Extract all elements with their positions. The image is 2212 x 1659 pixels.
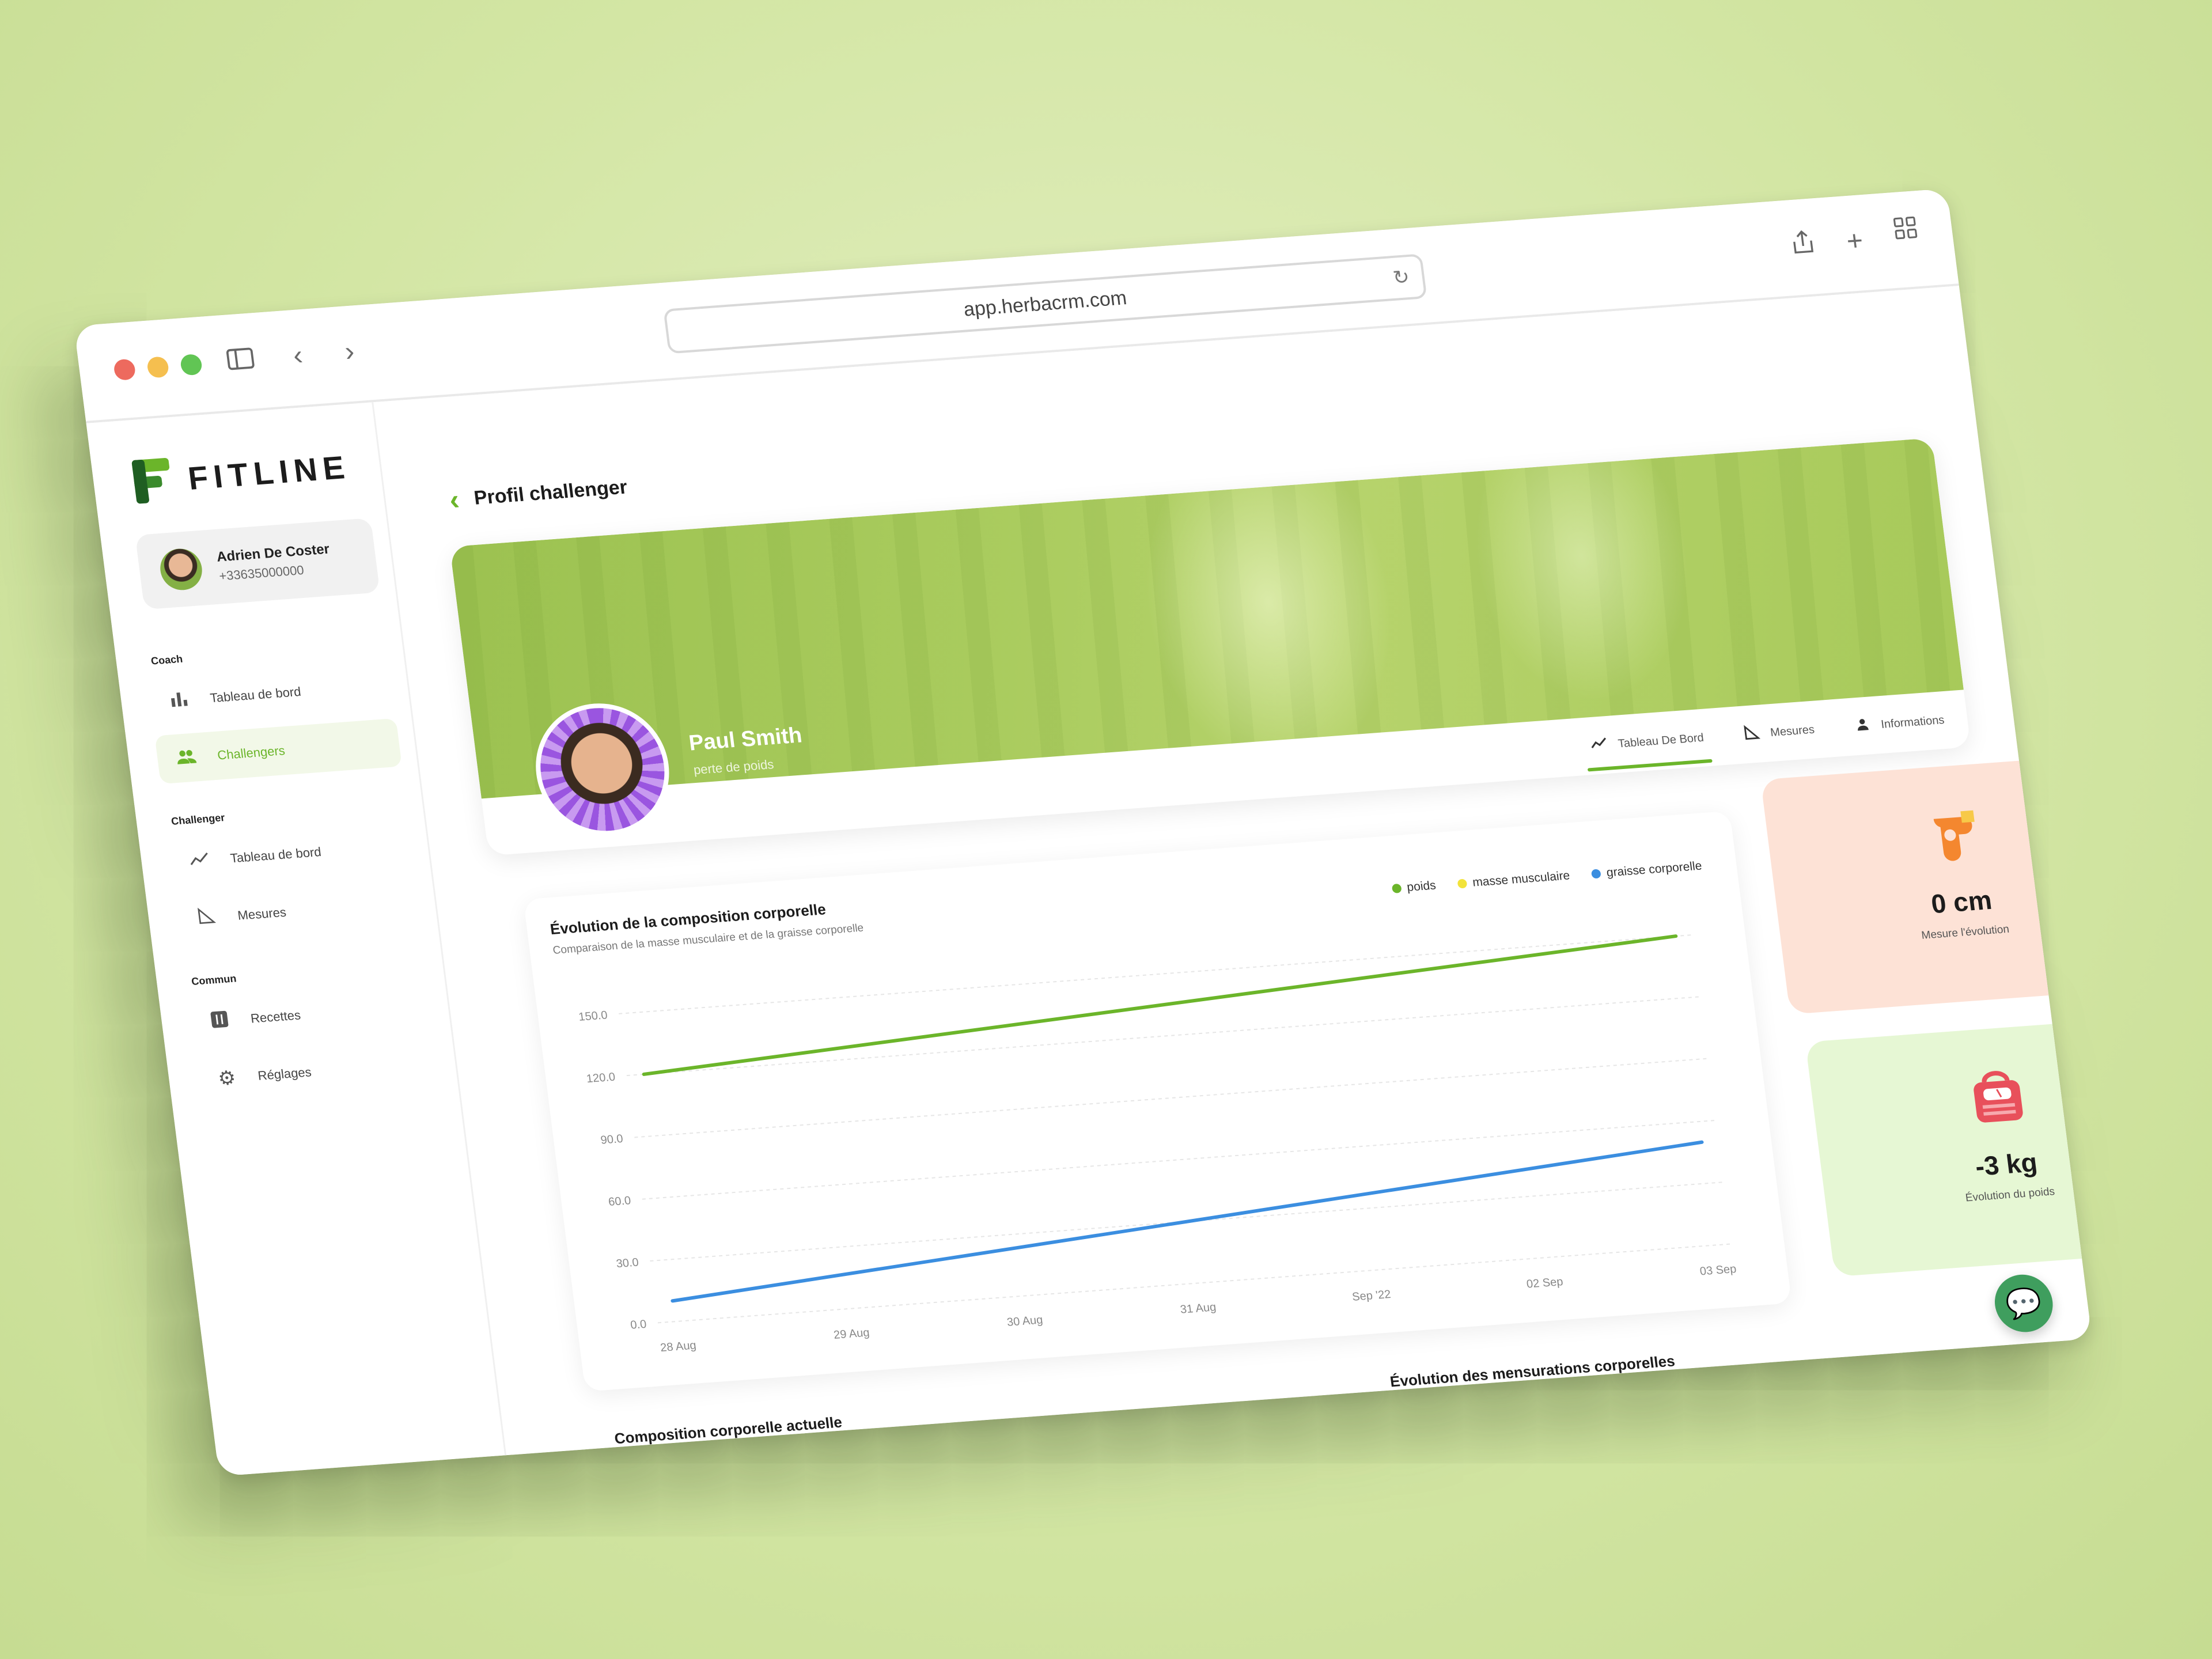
chevron-left-icon: ‹ — [447, 483, 461, 516]
sidebar-item-label: Réglages — [257, 1065, 312, 1083]
y-tick-label: 150.0 — [578, 1009, 608, 1024]
sidebar-item-label: Challengers — [216, 743, 286, 763]
users-icon — [173, 745, 199, 770]
sidebar-item-recettes[interactable]: Recettes — [188, 982, 435, 1047]
legend-dot — [1457, 878, 1468, 889]
x-tick-label: 02 Sep — [1526, 1275, 1564, 1290]
gridline — [619, 934, 1694, 1014]
sidebar-item-mesures[interactable]: Mesures — [175, 878, 422, 944]
nav-section-challenger: Challenger — [171, 812, 226, 827]
share-icon[interactable] — [1784, 227, 1823, 264]
address-bar-url: app.herbacrm.com — [962, 287, 1128, 321]
sidebar-item-label: Tableau de bord — [229, 844, 322, 866]
legend-item-masse-musculaire[interactable]: masse musculaire — [1457, 869, 1571, 891]
series-line-poids — [642, 934, 1678, 1076]
scale-icon — [1965, 1067, 2030, 1128]
window-controls — [113, 353, 203, 381]
sidebar-item-challenger-dashboard[interactable]: Tableau de bord — [168, 821, 415, 887]
measuring-tape-icon — [1921, 804, 1985, 866]
measure-evolution-card[interactable]: 0 cm Mesure l'évolution — [1760, 752, 2092, 1014]
measure-value: 0 cm — [1929, 884, 1994, 919]
ruler-triangle-icon — [194, 906, 219, 930]
person-icon — [1853, 715, 1872, 737]
chat-bubble-icon: 💬 — [2003, 1286, 2044, 1321]
sidebar-item-label: Tableau de bord — [209, 684, 302, 706]
gear-icon: ⚙ — [217, 1066, 237, 1090]
tab-label: Mesures — [1769, 723, 1816, 739]
sidebar-item-reglages[interactable]: ⚙ Réglages — [195, 1039, 442, 1104]
utensils-icon — [207, 1009, 233, 1033]
reload-icon[interactable]: ↻ — [1391, 257, 1412, 298]
x-tick-label: 31 Aug — [1180, 1301, 1217, 1316]
composition-chart-card: Évolution de la composition corporelle C… — [523, 810, 1792, 1392]
tab-label: Informations — [1880, 713, 1945, 731]
gridline — [642, 1119, 1717, 1200]
legend-dot — [1391, 883, 1402, 893]
legend-dot — [1591, 869, 1602, 879]
profile-header: Paul Smith perte de poids Tableau De Bor… — [449, 438, 1971, 856]
tab-tableau-de-bord[interactable]: Tableau De Bord — [1587, 709, 1707, 775]
y-tick-label: 0.0 — [630, 1318, 647, 1332]
gridline — [634, 1058, 1709, 1138]
y-tick-label: 60.0 — [608, 1194, 632, 1209]
gridline — [626, 996, 1701, 1077]
y-tick-label: 30.0 — [615, 1256, 639, 1271]
tab-label: Tableau De Bord — [1617, 731, 1705, 750]
close-window-button[interactable] — [113, 358, 137, 381]
x-tick-label: 28 Aug — [660, 1339, 697, 1354]
scene: ‹ › app.herbacrm.com ↻ + FITLINE Adrien … — [0, 0, 2212, 1659]
tab-mesures[interactable]: Mesures — [1740, 701, 1818, 763]
x-tick-label: 29 Aug — [833, 1327, 870, 1342]
x-tick-label: 03 Sep — [1699, 1263, 1737, 1278]
weight-value: -3 kg — [1973, 1147, 2039, 1181]
minimize-window-button[interactable] — [146, 356, 170, 378]
sidebar-item-coach-dashboard[interactable]: Tableau de bord — [147, 661, 395, 726]
logo-mark-icon — [131, 457, 173, 504]
composition-line-chart: 150.0 120.0 90.0 60.0 30.0 0.0 28 Aug 29 Aug 30 … — [578, 934, 1737, 1354]
legend-item-poids[interactable]: poids — [1391, 878, 1437, 895]
nav-section-commun: Commun — [191, 972, 237, 987]
forward-icon[interactable]: › — [330, 334, 369, 370]
sidebar-item-challengers[interactable]: Challengers — [154, 718, 402, 785]
chart-legend: poids masse musculaire graisse corporell… — [1391, 859, 1703, 896]
y-tick-label: 120.0 — [586, 1071, 616, 1086]
main-content: ‹ Profil challenger Paul Smith perte de … — [373, 286, 2092, 1456]
logo: FITLINE — [131, 445, 353, 504]
y-tick-label: 90.0 — [600, 1132, 624, 1147]
trend-line-icon — [1589, 734, 1609, 756]
x-tick-label: Sep '22 — [1351, 1288, 1392, 1304]
legend-label: graisse corporelle — [1605, 859, 1703, 880]
weight-evolution-card[interactable]: -3 kg Évolution du poids — [1805, 1015, 2092, 1277]
trend-line-icon — [187, 849, 213, 873]
user-card[interactable]: Adrien De Coster +33635000000 — [135, 518, 380, 610]
x-tick-label: 30 Aug — [1006, 1313, 1044, 1328]
page-title: Profil challenger — [472, 475, 628, 509]
tab-overview-icon[interactable] — [1887, 214, 1925, 251]
brand-name: FITLINE — [185, 448, 353, 497]
sidebar-item-label: Mesures — [236, 904, 287, 923]
legend-item-graisse-corporelle[interactable]: graisse corporelle — [1591, 859, 1703, 881]
legend-label: masse musculaire — [1471, 869, 1571, 889]
ruler-triangle-icon — [1743, 724, 1761, 745]
current-composition-title: Composition corporelle actuelle — [613, 1413, 843, 1448]
bar-chart-icon — [166, 688, 192, 713]
sidebar-toggle-icon[interactable] — [221, 342, 260, 378]
user-avatar — [158, 547, 204, 592]
nav-section-coach: Coach — [150, 653, 184, 667]
new-tab-icon[interactable]: + — [1835, 223, 1874, 260]
back-icon[interactable]: ‹ — [279, 338, 317, 374]
legend-label: poids — [1406, 878, 1437, 894]
maximize-window-button[interactable] — [179, 353, 203, 376]
chat-button[interactable]: 💬 — [1991, 1272, 2056, 1334]
measurements-evolution-title: Évolution des mensurations corporelles — [1389, 1352, 1676, 1391]
sidebar-item-label: Recettes — [249, 1007, 302, 1026]
tab-informations[interactable]: Informations — [1851, 691, 1948, 755]
back-link[interactable]: ‹ Profil challenger — [448, 471, 630, 517]
browser-window: ‹ › app.herbacrm.com ↻ + FITLINE Adrien … — [74, 188, 2092, 1476]
